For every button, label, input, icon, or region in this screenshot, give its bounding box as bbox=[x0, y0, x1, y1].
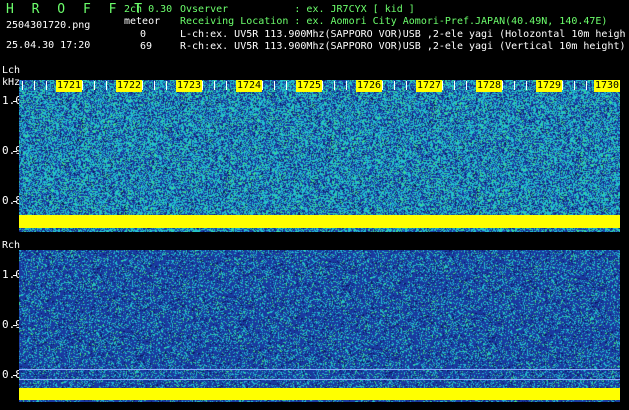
time-minor-tick bbox=[466, 81, 467, 90]
mode-label: 2ch 0.30 bbox=[124, 4, 173, 15]
time-minor-tick bbox=[82, 81, 83, 90]
time-label: 1723 bbox=[176, 80, 203, 92]
rch-info-line: R-ch:ex. UV5R 113.900Mhz(SAPPORO VOR)USB… bbox=[180, 41, 626, 52]
time-minor-tick bbox=[286, 81, 287, 90]
time-minor-tick bbox=[502, 81, 503, 90]
lch-info-line: L-ch:ex. UV5R 113.900Mhz(SAPPORO VOR)USB… bbox=[180, 29, 626, 40]
lch-unit-label: kHz bbox=[2, 77, 21, 88]
lch-ytick-mark bbox=[13, 101, 17, 102]
filename-label: 2504301720.png bbox=[6, 20, 91, 31]
time-minor-tick bbox=[346, 81, 347, 90]
time-minor-tick bbox=[34, 81, 35, 90]
time-minor-tick bbox=[514, 81, 515, 90]
time-minor-tick bbox=[562, 81, 563, 90]
lch-noise-canvas bbox=[19, 80, 620, 232]
time-minor-tick bbox=[142, 81, 143, 90]
time-minor-tick bbox=[334, 81, 335, 90]
time-minor-tick bbox=[94, 81, 95, 90]
time-minor-tick bbox=[382, 81, 383, 90]
lch-signal-band bbox=[19, 215, 620, 228]
time-minor-tick bbox=[454, 81, 455, 90]
time-minor-tick bbox=[574, 81, 575, 90]
time-label: 1724 bbox=[236, 80, 263, 92]
time-minor-tick bbox=[166, 81, 167, 90]
time-minor-tick bbox=[262, 81, 263, 90]
time-label: 1727 bbox=[416, 80, 443, 92]
time-minor-tick bbox=[322, 81, 323, 90]
time-minor-tick bbox=[202, 81, 203, 90]
time-label: 1726 bbox=[356, 80, 383, 92]
lch-channel-label: Lch bbox=[2, 65, 21, 76]
lch-spectrogram bbox=[19, 80, 620, 232]
rch-signal-band bbox=[19, 388, 620, 400]
meteor-label: meteor bbox=[124, 16, 161, 27]
time-minor-tick bbox=[22, 81, 23, 90]
time-label: 1725 bbox=[296, 80, 323, 92]
time-minor-tick bbox=[226, 81, 227, 90]
lch-ytick-mark bbox=[13, 151, 17, 152]
rch-meteor-count: 69 bbox=[140, 41, 153, 52]
time-label: 1730 bbox=[594, 80, 621, 92]
datetime-label: 25.04.30 17:20 bbox=[6, 40, 91, 51]
rch-ytick-mark bbox=[13, 375, 17, 376]
time-minor-tick bbox=[394, 81, 395, 90]
time-minor-tick bbox=[526, 81, 527, 90]
time-minor-tick bbox=[274, 81, 275, 90]
time-label: 1728 bbox=[476, 80, 503, 92]
rch-reference-line bbox=[19, 369, 620, 370]
time-minor-tick bbox=[214, 81, 215, 90]
lch-ytick-mark bbox=[13, 201, 17, 202]
time-minor-tick bbox=[442, 81, 443, 90]
rch-reference-line bbox=[19, 379, 620, 380]
time-minor-tick bbox=[106, 81, 107, 90]
time-label: 1721 bbox=[56, 80, 83, 92]
time-minor-tick bbox=[586, 81, 587, 90]
time-minor-tick bbox=[406, 81, 407, 90]
observer-line: Ovserver : ex. JR7CYX [ kid ] bbox=[180, 4, 415, 15]
time-minor-tick bbox=[46, 81, 47, 90]
location-line: Receiving Location : ex. Aomori City Aom… bbox=[180, 16, 608, 27]
rch-ytick-mark bbox=[13, 275, 17, 276]
time-minor-tick bbox=[154, 81, 155, 90]
time-label: 1722 bbox=[116, 80, 143, 92]
rch-ytick-mark bbox=[13, 325, 17, 326]
time-label: 1729 bbox=[536, 80, 563, 92]
lch-meteor-count: 0 bbox=[140, 29, 147, 40]
rch-channel-label: Rch bbox=[2, 240, 21, 251]
